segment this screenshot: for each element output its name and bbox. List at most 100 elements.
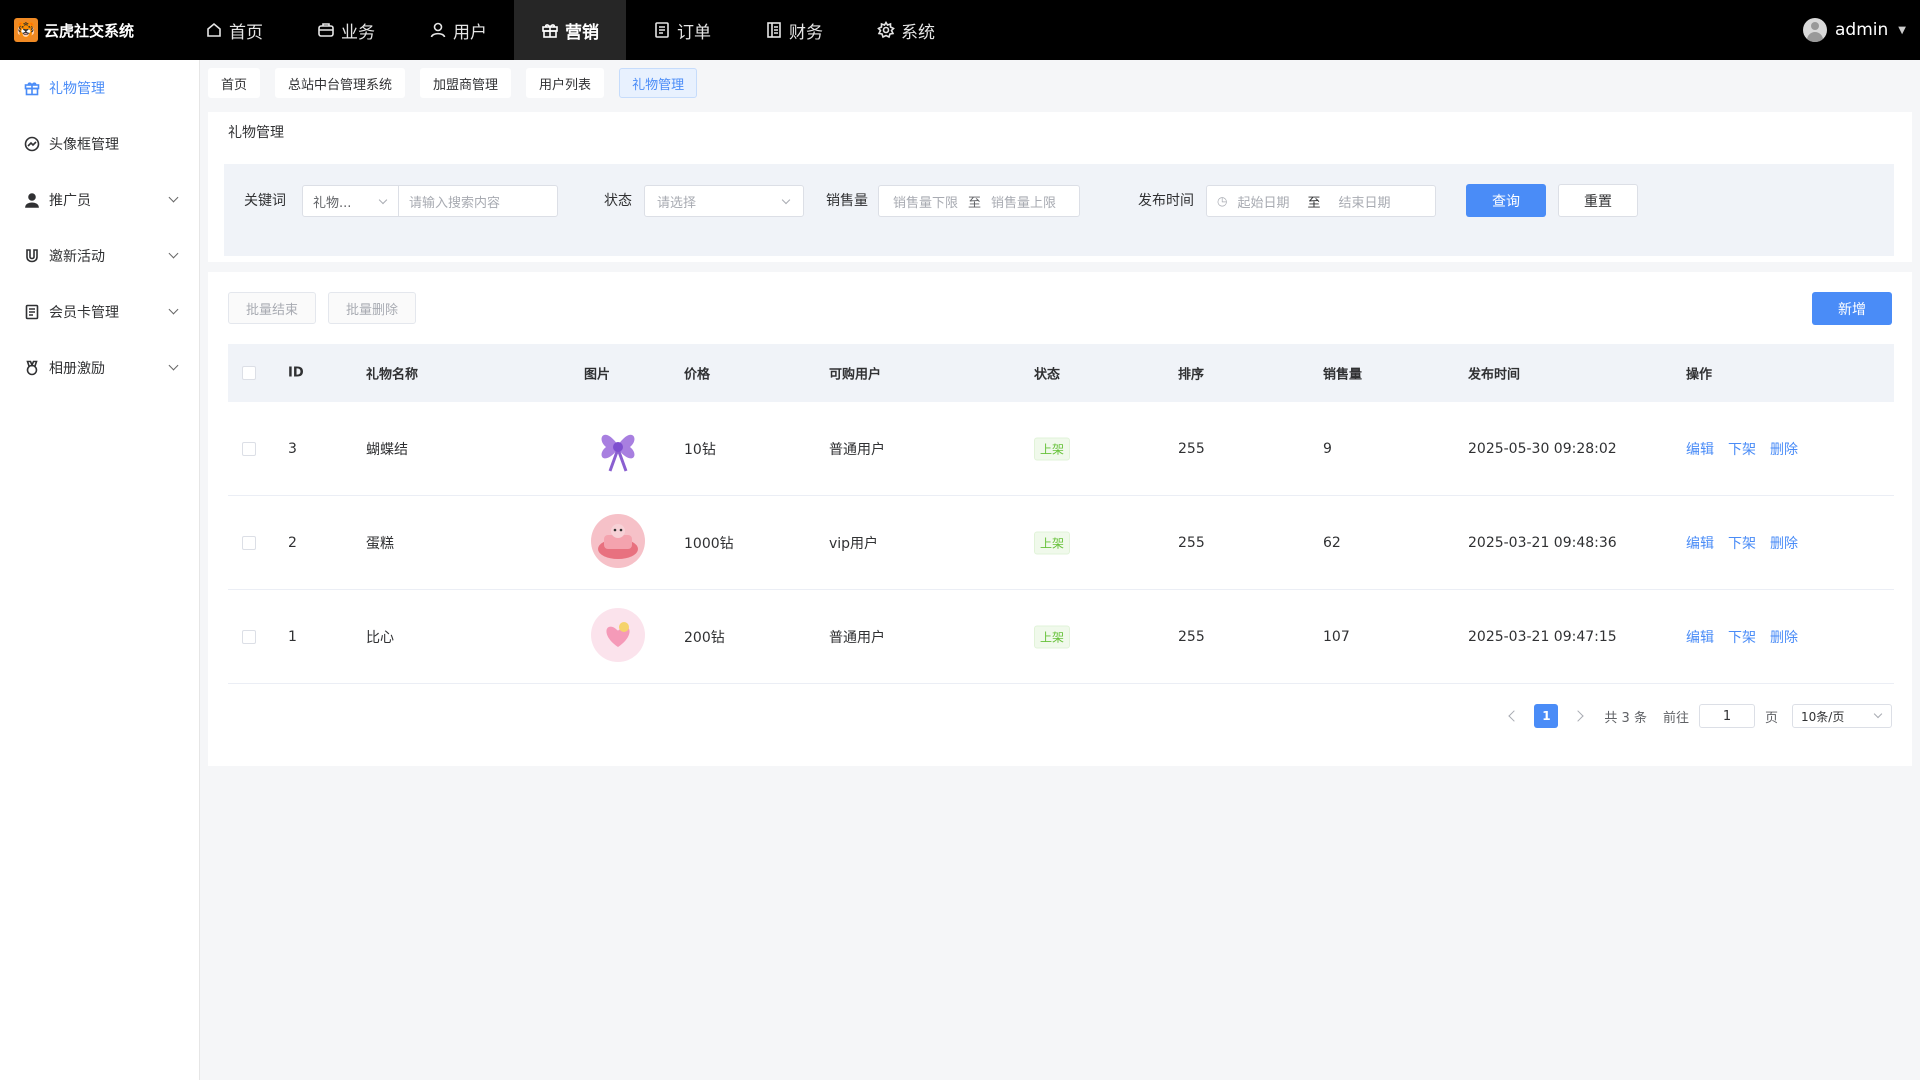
topnav-home[interactable]: 首页 [178,0,290,60]
row-checkbox[interactable] [242,535,256,550]
row-name: 蛋糕 [366,535,394,552]
prev-page-icon[interactable] [1508,710,1521,722]
user-menu[interactable]: admin ▼ [1803,0,1906,60]
filter-form: 关键词 礼物... 请输入搜索内容 状态 请选择 销售量 销售量下限 至 销售量… [224,164,1894,256]
offshelf-link[interactable]: 下架 [1728,630,1756,646]
topnav-system[interactable]: 系统 [850,0,962,60]
sidebar-item-album-reward[interactable]: 相册激励 [0,340,199,396]
goto-page-input[interactable]: 1 [1698,704,1755,728]
status-badge: 上架 [1034,625,1071,648]
status-select[interactable]: 请选择 [644,185,804,217]
delete-link[interactable]: 删除 [1770,536,1798,552]
sidebar-item-gift-management[interactable]: 礼物管理 [0,60,199,116]
sidebar-item-promoter[interactable]: 推广员 [0,172,199,228]
offshelf-link[interactable]: 下架 [1728,442,1756,458]
brand[interactable]: 🐯 云虎社交系统 [0,18,178,42]
offshelf-link[interactable]: 下架 [1728,536,1756,552]
briefcase-icon [318,23,334,37]
tag-gift-management[interactable]: 礼物管理 [619,68,698,98]
status-label: 状态 [604,193,632,209]
keyword-label: 关键词 [244,193,286,209]
sales-min-input[interactable]: 销售量下限 [893,192,958,211]
next-page-icon[interactable] [1572,710,1585,722]
date-label: 发布时间 [1138,193,1194,209]
table-header: ID 礼物名称 图片 价格 可购用户 状态 排序 销售量 发布时间 操作 [228,344,1894,402]
reset-button[interactable]: 重置 [1558,184,1638,217]
medal-icon [26,360,38,376]
table-card: 批量结束 批量删除 新增 ID 礼物名称 图片 价格 可购用户 状态 排序 销售… [208,272,1912,766]
chevron-down-icon: ▼ [1898,24,1906,36]
sales-label: 销售量 [826,193,868,209]
sales-range-input[interactable]: 销售量下限 至 销售量上限 [878,185,1080,217]
gift-icon [24,82,40,96]
chevron-down-icon [168,192,179,203]
row-time: 2025-03-21 09:47:15 [1468,628,1617,645]
end-date-input[interactable]: 结束日期 [1339,192,1391,211]
row-checkbox[interactable] [242,629,256,644]
select-all-checkbox[interactable] [242,366,256,380]
topnav-business[interactable]: 业务 [290,0,402,60]
col-ops: 操作 [1686,367,1713,383]
row-id: 1 [288,628,297,645]
row-checkbox[interactable] [242,441,256,456]
add-button[interactable]: 新增 [1812,292,1892,325]
col-time: 发布时间 [1468,367,1521,383]
delete-link[interactable]: 删除 [1770,630,1798,646]
topnav-finance[interactable]: 财务 [738,0,850,60]
sidebar-item-avatar-frame[interactable]: 头像框管理 [0,116,199,172]
query-button[interactable]: 查询 [1466,184,1546,217]
topnav-marketing[interactable]: 营销 [514,0,626,60]
row-sort: 255 [1178,534,1205,551]
col-id: ID [288,365,304,381]
batch-delete-button[interactable]: 批量删除 [328,292,416,324]
edit-link[interactable]: 编辑 [1686,536,1714,552]
top-bar: 🐯 云虎社交系统 首页 业务 用户 营销 订单 财务 系统 admin ▼ [0,0,1920,60]
edit-link[interactable]: 编辑 [1686,442,1714,458]
row-price: 10钻 [684,441,716,458]
username: admin [1835,20,1889,40]
sidebar-item-member-card[interactable]: 会员卡管理 [0,284,199,340]
tag-home[interactable]: 首页 [208,68,261,98]
gift-table: ID 礼物名称 图片 价格 可购用户 状态 排序 销售量 发布时间 操作 3 蝴… [228,344,1894,684]
col-users: 可购用户 [829,367,882,383]
batch-end-button[interactable]: 批量结束 [228,292,316,324]
sales-max-input[interactable]: 销售量上限 [991,192,1056,211]
col-image: 图片 [584,367,611,383]
tag-central-system[interactable]: 总站中台管理系统 [275,68,406,98]
chevron-down-icon [168,248,179,259]
col-name: 礼物名称 [366,367,419,383]
col-price: 价格 [684,367,711,383]
page-number-current[interactable]: 1 [1534,704,1559,728]
app-name: 云虎社交系统 [44,21,135,40]
row-sort: 255 [1178,628,1205,645]
edit-link[interactable]: 编辑 [1686,630,1714,646]
date-range-picker[interactable]: ◷ 起始日期 至 结束日期 [1206,185,1436,217]
tag-user-list[interactable]: 用户列表 [526,68,605,98]
row-price: 1000钻 [684,535,734,552]
topnav-user[interactable]: 用户 [402,0,514,60]
delete-link[interactable]: 删除 [1770,442,1798,458]
pagination: 1 共 3 条 前往 1 页 10条/页 [1494,704,1892,728]
sidebar-item-invite-activity[interactable]: 邀新活动 [0,228,199,284]
date-range-separator: 至 [1307,195,1321,211]
row-id: 3 [288,440,297,457]
row-sort: 255 [1178,440,1205,457]
row-name: 蝴蝶结 [366,441,408,458]
gear-icon [877,21,895,39]
keyword-input[interactable]: 请输入搜索内容 [399,192,500,211]
keyword-type-select[interactable]: 礼物... [303,186,399,216]
row-sales: 9 [1323,440,1332,457]
row-users: 普通用户 [829,441,885,458]
person-icon [25,193,39,208]
table-row: 3 蝴蝶结 10钻 普通用户 上架 255 9 2025-05-30 09:28… [228,402,1894,496]
row-price: 200钻 [684,629,725,646]
tag-franchise[interactable]: 加盟商管理 [420,68,512,98]
status-badge: 上架 [1034,531,1071,554]
row-users: vip用户 [829,535,879,552]
start-date-input[interactable]: 起始日期 [1237,192,1289,211]
topnav-orders[interactable]: 订单 [626,0,738,60]
page-size-select[interactable]: 10条/页 [1792,704,1892,728]
chevron-down-icon [378,195,388,205]
bow-gift-image [590,419,646,479]
chevron-down-icon [1873,709,1883,719]
